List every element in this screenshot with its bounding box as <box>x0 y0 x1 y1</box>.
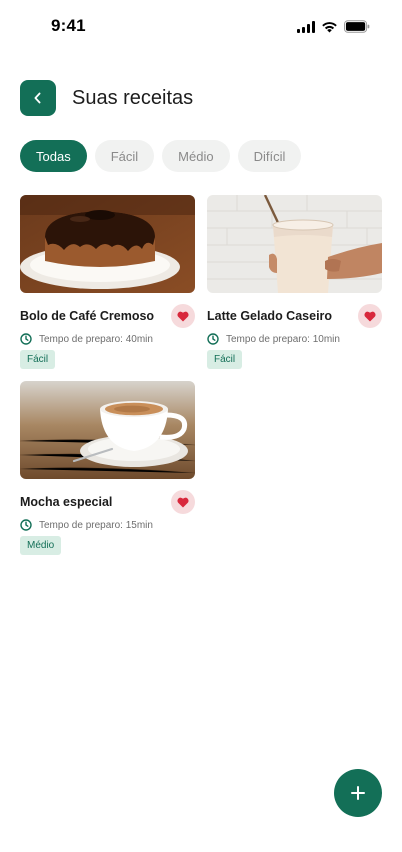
chevron-left-icon <box>34 92 41 104</box>
prep-time-label: Tempo de preparo: 40min <box>39 333 153 345</box>
clock-icon <box>20 519 32 531</box>
wifi-icon <box>322 21 337 32</box>
recipe-card[interactable]: Bolo de Café Cremoso Tempo de preparo: 4… <box>20 195 195 369</box>
recipe-title: Latte Gelado Caseiro <box>207 309 333 323</box>
add-recipe-button[interactable] <box>334 769 382 817</box>
difficulty-filters: Todas Fácil Médio Difícil <box>20 140 302 172</box>
battery-icon <box>344 20 370 33</box>
back-button[interactable] <box>20 80 56 116</box>
recipe-title: Mocha especial <box>20 495 113 509</box>
prep-time-label: Tempo de preparo: 15min <box>39 519 153 531</box>
favorite-button[interactable] <box>358 304 382 328</box>
clock-icon <box>20 333 32 345</box>
prep-time: Tempo de preparo: 15min <box>20 518 195 532</box>
status-time: 9:41 <box>51 16 86 35</box>
prep-time: Tempo de preparo: 10min <box>207 332 382 346</box>
difficulty-badge: Fácil <box>20 350 56 369</box>
prep-time: Tempo de preparo: 40min <box>20 332 195 346</box>
favorite-button[interactable] <box>171 490 195 514</box>
recipe-title: Bolo de Café Cremoso <box>20 309 155 323</box>
filter-chip-medio[interactable]: Médio <box>162 140 230 172</box>
heart-icon <box>177 311 189 321</box>
favorite-button[interactable] <box>171 304 195 328</box>
difficulty-badge: Médio <box>20 536 62 555</box>
heart-icon <box>364 311 376 321</box>
status-bar: 9:41 <box>0 0 402 54</box>
clock-icon <box>207 333 219 345</box>
difficulty-badge: Fácil <box>207 350 243 369</box>
prep-time-label: Tempo de preparo: 10min <box>226 333 340 345</box>
filter-chip-facil[interactable]: Fácil <box>94 140 155 172</box>
recipe-card[interactable]: Mocha especial Tempo de preparo: 15min M… <box>20 381 195 555</box>
cellular-signal-icon <box>297 20 315 33</box>
plus-icon <box>351 786 365 800</box>
filter-chip-dificil[interactable]: Difícil <box>237 140 302 172</box>
status-icons <box>297 20 370 33</box>
header: Suas receitas <box>20 80 382 116</box>
recipe-grid: Bolo de Café Cremoso Tempo de preparo: 4… <box>20 195 382 555</box>
recipe-image-cake <box>20 195 195 293</box>
filter-chip-todas[interactable]: Todas <box>20 140 87 172</box>
page-title: Suas receitas <box>72 86 194 109</box>
recipe-card[interactable]: Latte Gelado Caseiro Tempo de preparo: 1… <box>207 195 382 369</box>
heart-icon <box>177 497 189 507</box>
recipe-image-latte <box>207 195 382 293</box>
recipe-image-mocha <box>20 381 195 479</box>
